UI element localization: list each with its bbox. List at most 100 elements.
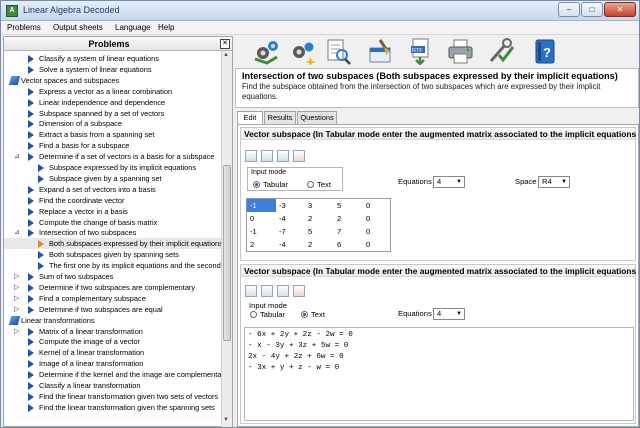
scroll-up-icon[interactable]: ▲ — [223, 52, 229, 58]
tabular-radio[interactable] — [253, 181, 260, 188]
matrix-cell[interactable]: 0 — [363, 225, 392, 238]
tree-item[interactable]: Classify a linear transformation — [4, 380, 221, 391]
tree-item[interactable]: Replace a vector in a basis — [4, 206, 221, 217]
matrix-cell[interactable]: -1 — [247, 225, 276, 238]
title-bar[interactable]: A Linear Algebra Decoded – □ ✕ — [1, 1, 639, 21]
close-button[interactable]: ✕ — [604, 2, 636, 17]
matrix-cell[interactable]: 6 — [334, 238, 363, 251]
matrix-cell[interactable]: 2 — [247, 238, 276, 251]
matrix-cell[interactable]: -4 — [276, 212, 305, 225]
new-icon[interactable] — [245, 150, 257, 162]
text-radio[interactable] — [301, 311, 308, 318]
eraser-icon[interactable] — [293, 150, 305, 162]
menu-output-sheets[interactable]: Output sheets — [53, 23, 103, 32]
document-search-icon[interactable] — [323, 37, 351, 65]
scrollbar-thumb[interactable] — [223, 165, 231, 341]
tree-item[interactable]: Find the coordinate vector — [4, 195, 221, 206]
new-icon[interactable] — [245, 285, 257, 297]
menu-language[interactable]: Language — [115, 23, 151, 32]
help-book-icon[interactable]: ? — [531, 37, 559, 65]
copy-icon[interactable] — [261, 285, 273, 297]
tree-item[interactable]: ⊿ Determine if a set of vectors is a basi… — [4, 151, 221, 162]
matrix-cell[interactable]: 0 — [363, 238, 392, 251]
expand-icon[interactable]: ▷ — [14, 327, 22, 336]
tree-item[interactable]: Subspace spanned by a set of vectors — [4, 108, 221, 119]
tree-item[interactable]: Find a basis for a subspace — [4, 140, 221, 151]
gears-sparkle-icon[interactable] — [288, 37, 316, 66]
gears-icon[interactable] — [253, 37, 281, 65]
maximize-button[interactable]: □ — [581, 2, 603, 17]
equations-select[interactable]: 4 ▼ — [433, 176, 465, 188]
tree-item[interactable]: Kernel of a linear transformation — [4, 347, 221, 358]
tree-folder[interactable]: ⊿Vector spaces and subspaces — [4, 75, 221, 86]
clear-icon[interactable] — [366, 37, 394, 65]
matrix-cell[interactable]: 5 — [305, 225, 334, 238]
expand-icon[interactable]: ▷ — [14, 272, 22, 281]
rtf-export-icon[interactable]: RTF — [406, 37, 434, 66]
expand-icon[interactable]: ▷ — [14, 294, 22, 303]
matrix-cell[interactable]: -1 — [247, 199, 276, 212]
tree-item[interactable]: ⊿ Intersection of two subspaces — [4, 227, 221, 238]
tree-folder[interactable]: ⊿Linear transformations — [4, 315, 221, 326]
augmented-matrix[interactable]: -1 -3 3 5 0 0 -4 2 2 0 -1 -7 5 7 0 2 -4 2 6 0 — [246, 198, 391, 252]
tabular-radio[interactable] — [250, 311, 257, 318]
paste-icon[interactable] — [277, 285, 289, 297]
matrix-cell[interactable]: 2 — [305, 238, 334, 251]
tree-item[interactable]: ▷ Matrix of a linear transformation — [4, 326, 221, 337]
tab-results[interactable]: Results — [264, 111, 296, 124]
tree-item[interactable]: Subspace given by a spanning set — [4, 173, 221, 184]
matrix-cell[interactable]: 3 — [305, 199, 334, 212]
matrix-cell[interactable]: 2 — [334, 212, 363, 225]
matrix-cell[interactable]: 0 — [363, 212, 392, 225]
minimize-button[interactable]: – — [558, 2, 580, 17]
copy-icon[interactable] — [261, 150, 273, 162]
tree-item[interactable]: Determine if the kernel and the image ar… — [4, 369, 221, 380]
collapse-icon[interactable]: ⊿ — [14, 152, 22, 161]
tree-item[interactable]: The first one by its implicit equations … — [4, 260, 221, 271]
tree-item[interactable]: Compute the image of a vector — [4, 336, 221, 347]
tree-item[interactable]: Both subspaces expressed by their implic… — [4, 238, 221, 250]
space-select[interactable]: R4 ▼ — [538, 176, 570, 188]
scroll-down-icon[interactable]: ▼ — [223, 417, 229, 423]
panel-close-icon[interactable]: ✕ — [220, 39, 230, 49]
tree-item[interactable]: ▷ Sum of two subspaces — [4, 271, 221, 282]
text-radio[interactable] — [307, 181, 314, 188]
equations-text-input[interactable]: - 6x + 2y + 2z - 2w = 0 - x - 3y + 3z + 5… — [244, 327, 634, 421]
menu-problems[interactable]: Problems — [7, 23, 41, 32]
tab-edit[interactable]: Edit — [237, 111, 263, 125]
tree-item[interactable]: Expand a set of vectors into a basis — [4, 184, 221, 195]
tree-item[interactable]: Find the linear transformation given two… — [4, 391, 221, 402]
tree-item[interactable]: Dimension of a subspace — [4, 118, 221, 129]
tab-questions[interactable]: Questions — [297, 111, 337, 124]
settings-check-icon[interactable] — [487, 37, 515, 65]
tree-item[interactable]: Image of a linear transformation — [4, 358, 221, 369]
tree-item[interactable]: Solve a system of linear equations — [4, 64, 221, 75]
matrix-cell[interactable]: -3 — [276, 199, 305, 212]
tree-item[interactable]: ▷ Determine if two subspaces are equal — [4, 304, 221, 315]
tree-item[interactable]: Compute the change of basis matrix — [4, 217, 221, 228]
expand-icon[interactable]: ▷ — [14, 305, 22, 314]
matrix-cell[interactable]: 2 — [305, 212, 334, 225]
matrix-cell[interactable]: 0 — [363, 199, 392, 212]
equations-select[interactable]: 4 ▼ — [433, 308, 465, 320]
matrix-cell[interactable]: 7 — [334, 225, 363, 238]
tree-item[interactable]: Express a vector as a linear combination — [4, 86, 221, 97]
collapse-icon[interactable]: ⊿ — [14, 228, 22, 237]
matrix-cell[interactable]: -4 — [276, 238, 305, 251]
tree-item[interactable]: Linear independence and dependence — [4, 97, 221, 108]
tree-item[interactable]: ▷ Find a complementary subspace — [4, 293, 221, 304]
matrix-cell[interactable]: 5 — [334, 199, 363, 212]
tree-scrollbar[interactable]: ▲ ▼ — [221, 51, 232, 427]
tree-item[interactable]: ▷ Determine if two subspaces are compleme… — [4, 282, 221, 293]
menu-help[interactable]: Help — [158, 23, 174, 32]
tree-item[interactable]: Subspace expressed by its implicit equat… — [4, 162, 221, 173]
matrix-cell[interactable]: 0 — [247, 212, 276, 225]
matrix-cell[interactable]: -7 — [276, 225, 305, 238]
tree-item[interactable]: Extract a basis from a spanning set — [4, 129, 221, 140]
printer-icon[interactable] — [446, 37, 474, 65]
eraser-icon[interactable] — [293, 285, 305, 297]
tree-item[interactable]: Both subspaces given by spanning sets — [4, 249, 221, 260]
paste-icon[interactable] — [277, 150, 289, 162]
expand-icon[interactable]: ▷ — [14, 283, 22, 292]
tree-item[interactable]: Classify a system of linear equations — [4, 53, 221, 64]
